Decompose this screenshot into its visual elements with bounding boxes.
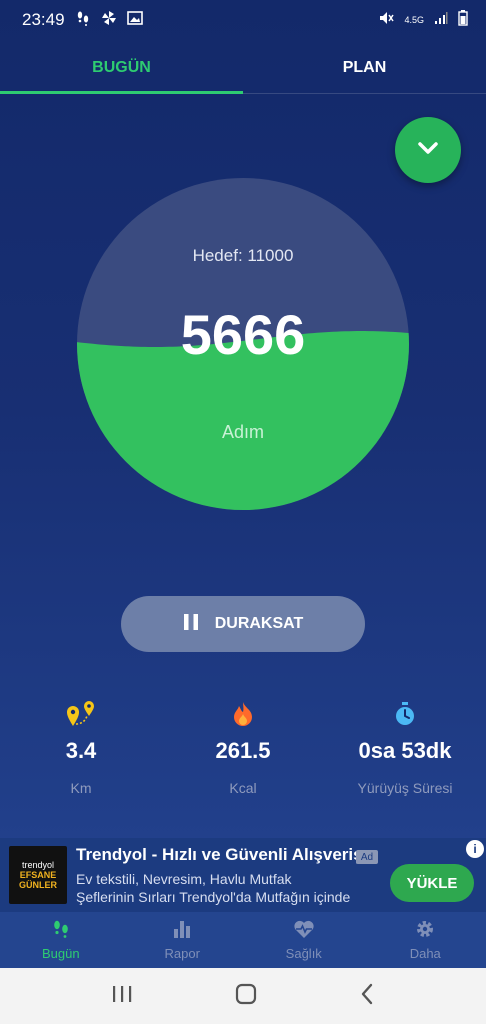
status-time: 23:49 [22, 10, 65, 29]
step-target: Hedef: 11000 [192, 246, 294, 265]
flame-icon [232, 700, 254, 728]
stat-calories: 261.5 Kcal [162, 700, 324, 800]
nav-item-more-label: Daha [409, 946, 441, 961]
stats-row: 3.4 Km 261.5 Kcal 0sa 53dk Yürüyüş Süres… [0, 700, 486, 800]
chevron-down-icon [414, 134, 442, 167]
image-icon [126, 10, 143, 31]
status-right: 4.5G [378, 9, 468, 31]
stat-distance: 3.4 Km [0, 700, 162, 800]
step-count: 5666 [180, 303, 306, 366]
battery-icon [458, 9, 468, 31]
ad-install-button[interactable]: YÜKLE [390, 864, 474, 902]
ad-title[interactable]: Trendyol - Hızlı ve Güvenli Alışveriş [76, 845, 366, 865]
nav-item-report-label: Rapor [164, 946, 200, 961]
network-4-5g-icon: 4.5G [404, 15, 424, 25]
step-unit: Adım [221, 422, 264, 442]
gear-icon [415, 919, 435, 942]
ad-badge: Ad [356, 850, 378, 864]
nav-item-health-label: Sağlık [285, 946, 322, 961]
nav-item-today-label: Bugün [41, 946, 80, 961]
bottom-nav: Bugün Rapor Sağlık Daha [0, 912, 486, 968]
nav-item-more[interactable]: Daha [365, 912, 486, 968]
pause-button[interactable]: DURAKSAT [121, 596, 365, 652]
location-pins-icon [64, 700, 98, 728]
footsteps-icon [75, 10, 91, 31]
step-progress-gauge: Hedef: 11000 5666 Adım [77, 178, 409, 510]
stat-distance-value: 3.4 [65, 738, 97, 763]
ad-description-line2: Şeflerinin Sırları Trendyol'da Mutfağın … [76, 889, 351, 905]
footsteps-icon [51, 919, 71, 942]
signal-icon [434, 10, 448, 30]
nav-item-report[interactable]: Rapor [122, 912, 244, 968]
stat-walking-time-label: Yürüyüş Süresi [357, 780, 453, 796]
tab-bar: BUGÜN PLAN [0, 42, 486, 94]
stat-calories-value: 261.5 [215, 738, 271, 763]
tab-today-label: BUGÜN [92, 58, 151, 76]
pause-icon [183, 613, 199, 636]
ad-info-icon[interactable]: i [466, 840, 484, 858]
status-left: 23:49 [22, 10, 143, 31]
ad-banner[interactable]: trendyol EFSANE GÜNLER Trendyol - Hızlı … [0, 838, 486, 912]
mute-icon [378, 10, 395, 31]
tab-today[interactable]: BUGÜN [0, 42, 243, 94]
collapse-button[interactable] [395, 117, 461, 183]
stat-walking-time-value: 0sa 53dk [358, 738, 452, 763]
heart-pulse-icon [293, 919, 315, 942]
bar-chart-icon [172, 919, 192, 942]
back-icon[interactable] [359, 983, 375, 1010]
stopwatch-icon [394, 700, 416, 728]
ad-logo-brand: trendyol [21, 860, 55, 870]
home-icon[interactable] [235, 983, 257, 1010]
tab-plan-label: PLAN [342, 58, 387, 76]
stat-walking-time: 0sa 53dk Yürüyüş Süresi [324, 700, 486, 800]
pause-button-label: DURAKSAT [214, 615, 304, 632]
stat-distance-label: Km [70, 780, 92, 796]
system-nav-bar [0, 968, 486, 1024]
recents-icon[interactable] [111, 984, 133, 1009]
tab-plan[interactable]: PLAN [243, 42, 486, 93]
status-bar: 23:49 4.5G [0, 0, 486, 40]
nav-item-today[interactable]: Bugün [0, 912, 122, 968]
stat-calories-label: Kcal [229, 780, 257, 796]
ad-description-line1: Ev tekstili, Nevresim, Havlu Mutfak [76, 871, 292, 887]
ad-logo-tagline: EFSANE GÜNLER [19, 870, 57, 890]
pinwheel-icon [101, 10, 117, 31]
nav-item-health[interactable]: Sağlık [243, 912, 365, 968]
ad-logo[interactable]: trendyol EFSANE GÜNLER [9, 846, 67, 904]
